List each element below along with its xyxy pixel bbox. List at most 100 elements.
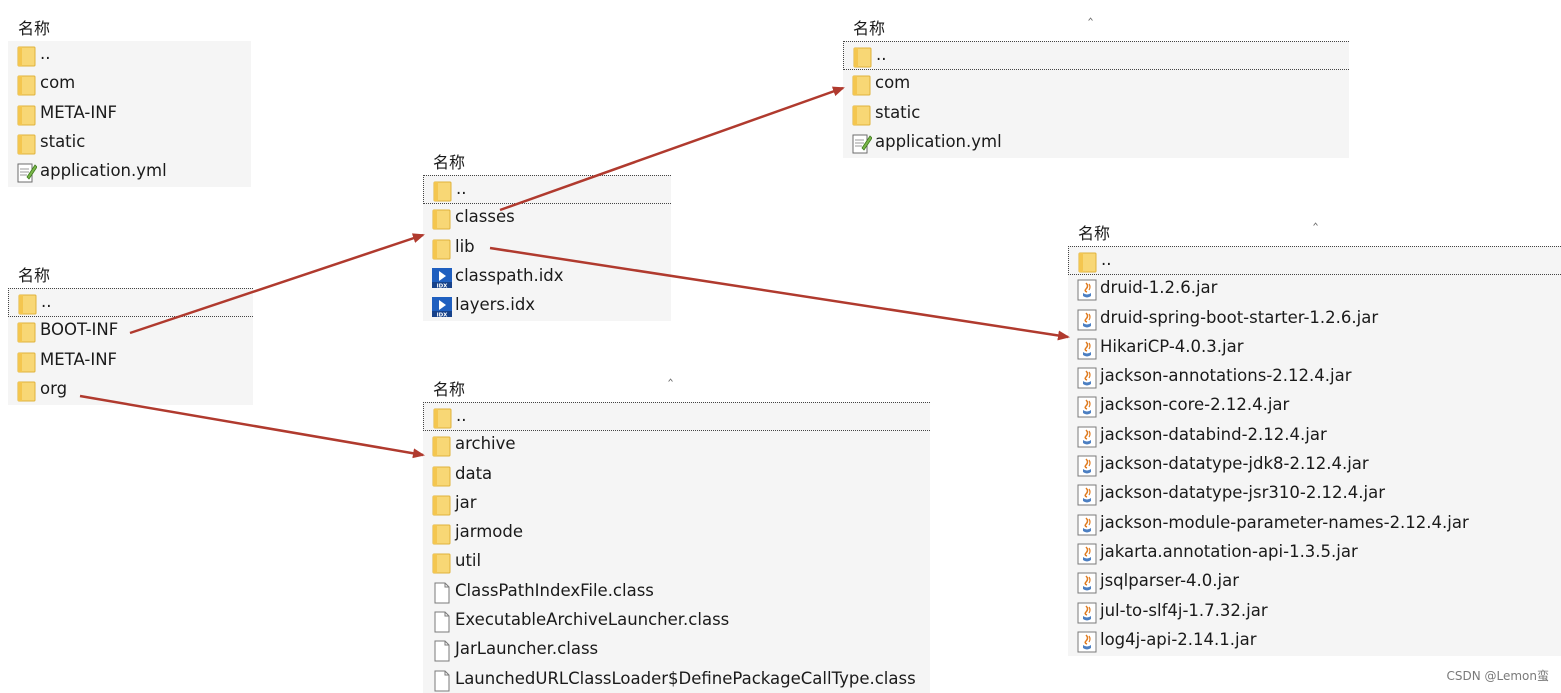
list-item[interactable]: jul-to-slf4j-1.7.32.jar — [1068, 598, 1561, 627]
list-item-label: jackson-module-parameter-names-2.12.4.ja… — [1100, 512, 1469, 532]
jar-file-icon — [1077, 279, 1097, 301]
list-item[interactable]: META-INF — [8, 100, 251, 129]
list-item[interactable]: IDX layers.idx — [423, 292, 671, 321]
list-item[interactable]: com — [843, 70, 1349, 99]
list-item[interactable]: jsqlparser-4.0.jar — [1068, 568, 1561, 597]
column-header-bar[interactable]: 名称 ‸ — [423, 368, 930, 402]
column-header-name[interactable]: 名称 — [853, 15, 885, 39]
jar-file-icon — [1077, 426, 1097, 448]
list-item-label: classes — [455, 207, 515, 227]
parent-directory-row[interactable]: .. — [423, 175, 671, 205]
list-item-label: application.yml — [875, 131, 1002, 151]
list-item-label: ExecutableArchiveLauncher.class — [455, 610, 730, 630]
list-item[interactable]: ClassPathIndexFile.class — [423, 578, 930, 607]
svg-text:IDX: IDX — [437, 283, 449, 289]
list-item[interactable]: druid-1.2.6.jar — [1068, 275, 1561, 304]
list-item[interactable]: JarLauncher.class — [423, 636, 930, 665]
list-item-label: static — [40, 131, 86, 151]
parent-directory-row[interactable]: .. — [1068, 246, 1561, 276]
panel-jar-root: 名称 .. BOOT-INF META-INF org — [8, 254, 253, 416]
column-header-bar[interactable]: 名称 — [423, 141, 671, 175]
panel-boot-classes: 名称 .. com META-INF static application.yml — [8, 7, 251, 201]
list-item-label: org — [40, 378, 68, 398]
column-header-bar[interactable]: 名称 ‸ — [843, 7, 1349, 41]
list-item[interactable]: LaunchedURLClassLoader$DefinePackageCall… — [423, 666, 930, 693]
list-item-label: jar — [455, 492, 477, 512]
list-item[interactable]: static — [843, 100, 1349, 129]
parent-directory-row[interactable]: .. — [8, 41, 251, 70]
file-list: .. classes lib IDX classpath.idx IDX layers.id… — [423, 175, 671, 322]
file-list: .. com static application.yml — [843, 41, 1349, 159]
list-item[interactable]: static — [8, 129, 251, 158]
list-item-label: BOOT-INF — [40, 320, 119, 340]
panel-boot-inf: 名称 .. classes lib IDX classpath.idx IDX layers… — [423, 141, 671, 329]
list-item-label: ClassPathIndexFile.class — [455, 580, 654, 600]
class-file-icon — [432, 611, 452, 633]
jar-file-icon — [1077, 455, 1097, 477]
list-item[interactable]: archive — [423, 431, 930, 460]
parent-directory-row[interactable]: .. — [8, 288, 253, 318]
list-item[interactable]: com — [8, 70, 251, 99]
column-header-bar[interactable]: 名称 — [8, 254, 253, 288]
list-item[interactable]: META-INF — [8, 347, 253, 376]
list-item[interactable]: util — [423, 548, 930, 577]
column-header-bar[interactable]: 名称 — [8, 7, 251, 41]
column-header-bar[interactable]: 名称 ‸ — [1068, 212, 1561, 246]
list-item[interactable]: classes — [423, 204, 671, 233]
list-item[interactable]: application.yml — [843, 129, 1349, 158]
list-item[interactable]: BOOT-INF — [8, 317, 253, 346]
column-header-name[interactable]: 名称 — [433, 149, 465, 173]
parent-directory-row[interactable]: .. — [423, 402, 930, 432]
list-item[interactable]: application.yml — [8, 158, 251, 187]
class-file-icon — [432, 670, 452, 692]
jar-file-icon — [1077, 484, 1097, 506]
list-item-label: layers.idx — [455, 295, 536, 315]
jar-file-icon — [1077, 367, 1097, 389]
column-header-name[interactable]: 名称 — [1078, 220, 1110, 244]
list-item[interactable]: lib — [423, 234, 671, 263]
list-item-label: jul-to-slf4j-1.7.32.jar — [1100, 600, 1268, 620]
list-item[interactable]: jackson-datatype-jsr310-2.12.4.jar — [1068, 480, 1561, 509]
panel-lib-dir: 名称 ‸ .. druid-1.2.6.jar druid-spring-boot-… — [1068, 212, 1561, 660]
list-item-label: jakarta.annotation-api-1.3.5.jar — [1100, 541, 1358, 561]
list-item[interactable]: log4j-api-2.14.1.jar — [1068, 627, 1561, 656]
list-item[interactable]: org — [8, 376, 253, 405]
folder-icon — [432, 465, 452, 487]
list-item-label: .. — [456, 406, 467, 425]
list-item[interactable]: data — [423, 461, 930, 490]
folder-icon — [432, 435, 452, 457]
list-item[interactable]: jakarta.annotation-api-1.3.5.jar — [1068, 539, 1561, 568]
list-item-label: LaunchedURLClassLoader$DefinePackageCall… — [455, 668, 916, 688]
list-item-label: .. — [41, 292, 52, 311]
folder-icon — [17, 74, 37, 96]
column-header-name[interactable]: 名称 — [433, 376, 465, 400]
folder-icon — [432, 552, 452, 574]
list-item[interactable]: druid-spring-boot-starter-1.2.6.jar — [1068, 305, 1561, 334]
folder-icon — [432, 208, 452, 230]
list-item-label: jackson-databind-2.12.4.jar — [1100, 424, 1327, 444]
list-item[interactable]: jackson-datatype-jdk8-2.12.4.jar — [1068, 451, 1561, 480]
list-item[interactable]: jackson-module-parameter-names-2.12.4.ja… — [1068, 510, 1561, 539]
list-item[interactable]: HikariCP-4.0.3.jar — [1068, 334, 1561, 363]
folder-icon — [17, 321, 37, 343]
parent-directory-row[interactable]: .. — [843, 41, 1349, 71]
list-item[interactable]: jackson-databind-2.12.4.jar — [1068, 422, 1561, 451]
list-item-label: classpath.idx — [455, 265, 564, 285]
folder-icon — [17, 45, 37, 67]
file-list: .. BOOT-INF META-INF org — [8, 288, 253, 406]
list-item-label: jackson-datatype-jsr310-2.12.4.jar — [1100, 483, 1386, 503]
list-item[interactable]: jarmode — [423, 519, 930, 548]
folder-icon — [17, 104, 37, 126]
sort-ascending-icon: ‸ — [668, 368, 674, 382]
column-header-name[interactable]: 名称 — [18, 262, 50, 286]
folder-icon — [17, 133, 37, 155]
list-item[interactable]: jackson-annotations-2.12.4.jar — [1068, 363, 1561, 392]
folder-icon — [432, 494, 452, 516]
list-item[interactable]: ExecutableArchiveLauncher.class — [423, 607, 930, 636]
list-item[interactable]: jackson-core-2.12.4.jar — [1068, 392, 1561, 421]
list-item[interactable]: jar — [423, 490, 930, 519]
column-header-name[interactable]: 名称 — [18, 15, 50, 39]
class-file-icon — [432, 640, 452, 662]
jar-file-icon — [1077, 338, 1097, 360]
list-item[interactable]: IDX classpath.idx — [423, 263, 671, 292]
